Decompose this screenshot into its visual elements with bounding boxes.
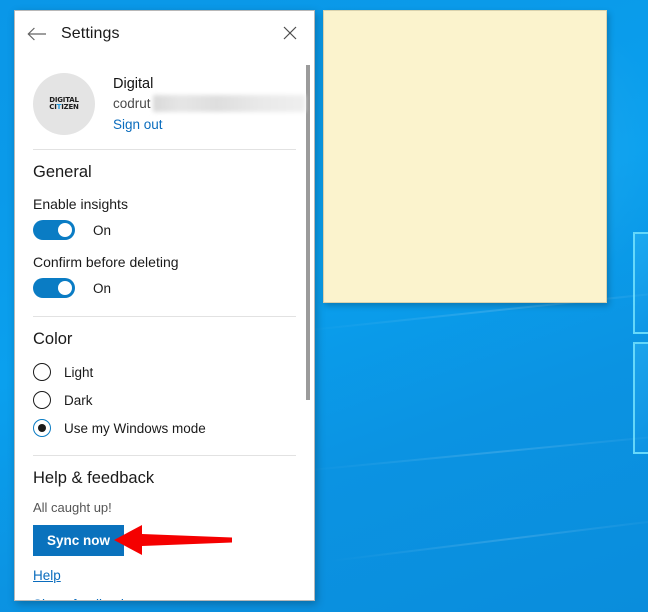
radio-label-dark: Dark xyxy=(64,392,93,408)
sync-status-text: All caught up! xyxy=(33,500,112,515)
toggle-state-enable-insights: On xyxy=(93,222,112,238)
radio-dark[interactable] xyxy=(33,391,51,409)
sticky-note-window[interactable] xyxy=(323,10,607,303)
radio-label-use-my-windows-mode: Use my Windows mode xyxy=(64,420,206,436)
scrollbar-thumb[interactable] xyxy=(306,65,310,400)
toggle-row-confirm-before-deleting: On xyxy=(15,270,314,298)
section-title-color: Color xyxy=(33,330,73,348)
radio-use-my-windows-mode[interactable] xyxy=(33,419,51,437)
toggle-knob xyxy=(58,223,72,237)
windows-logo-pane xyxy=(633,232,648,334)
radio-label-light: Light xyxy=(64,364,94,380)
toggle-knob xyxy=(58,281,72,295)
radio-row-use-my-windows-mode[interactable]: Use my Windows mode xyxy=(15,409,314,437)
toggle-row-enable-insights: On xyxy=(15,212,314,240)
screen: Settings DIGITAL CITIZEN Digital codrut xyxy=(0,0,648,612)
avatar-logo-post: IZEN xyxy=(61,103,79,111)
toggle-state-confirm-before-deleting: On xyxy=(93,280,112,296)
section-title-general: General xyxy=(33,163,92,181)
back-arrow-icon[interactable] xyxy=(15,13,59,55)
setting-label-confirm-before-deleting: Confirm before deleting xyxy=(33,254,179,270)
avatar-logo-pre: CI xyxy=(49,103,57,111)
panel-header: Settings xyxy=(15,11,314,57)
settings-panel: Settings DIGITAL CITIZEN Digital codrut xyxy=(14,10,315,601)
help-link[interactable]: Help xyxy=(33,568,61,583)
help-link-row: Help xyxy=(15,556,314,585)
account-section: DIGITAL CITIZEN Digital codrut Sign out xyxy=(15,57,314,135)
toggle-confirm-before-deleting[interactable] xyxy=(33,278,75,298)
section-title-help-feedback: Help & feedback xyxy=(33,469,155,487)
share-feedback-link-row: Share feedback xyxy=(15,585,314,600)
account-username-row: codrut xyxy=(113,94,305,114)
windows-logo-pane xyxy=(633,342,648,454)
radio-row-light[interactable]: Light xyxy=(15,349,314,381)
share-feedback-link[interactable]: Share feedback xyxy=(33,597,128,600)
page-title: Settings xyxy=(61,25,120,42)
radio-row-dark[interactable]: Dark xyxy=(15,381,314,409)
wallpaper-streak xyxy=(299,431,648,472)
sync-now-button[interactable]: Sync now xyxy=(33,525,125,556)
account-info: Digital codrut Sign out xyxy=(113,73,305,135)
avatar: DIGITAL CITIZEN xyxy=(33,73,95,135)
radio-light[interactable] xyxy=(33,363,51,381)
toggle-enable-insights[interactable] xyxy=(33,220,75,240)
wallpaper-streak xyxy=(329,516,648,562)
setting-label-enable-insights: Enable insights xyxy=(33,196,128,212)
avatar-logo-line2: CITIZEN xyxy=(49,103,79,111)
redaction-blur xyxy=(153,95,305,112)
sign-out-link[interactable]: Sign out xyxy=(113,114,163,135)
panel-body: DIGITAL CITIZEN Digital codrut Sign out … xyxy=(15,57,314,600)
account-display-name: Digital xyxy=(113,76,154,92)
close-icon[interactable] xyxy=(270,13,310,53)
account-username: codrut xyxy=(113,96,151,111)
scrollbar-track[interactable] xyxy=(304,59,312,457)
